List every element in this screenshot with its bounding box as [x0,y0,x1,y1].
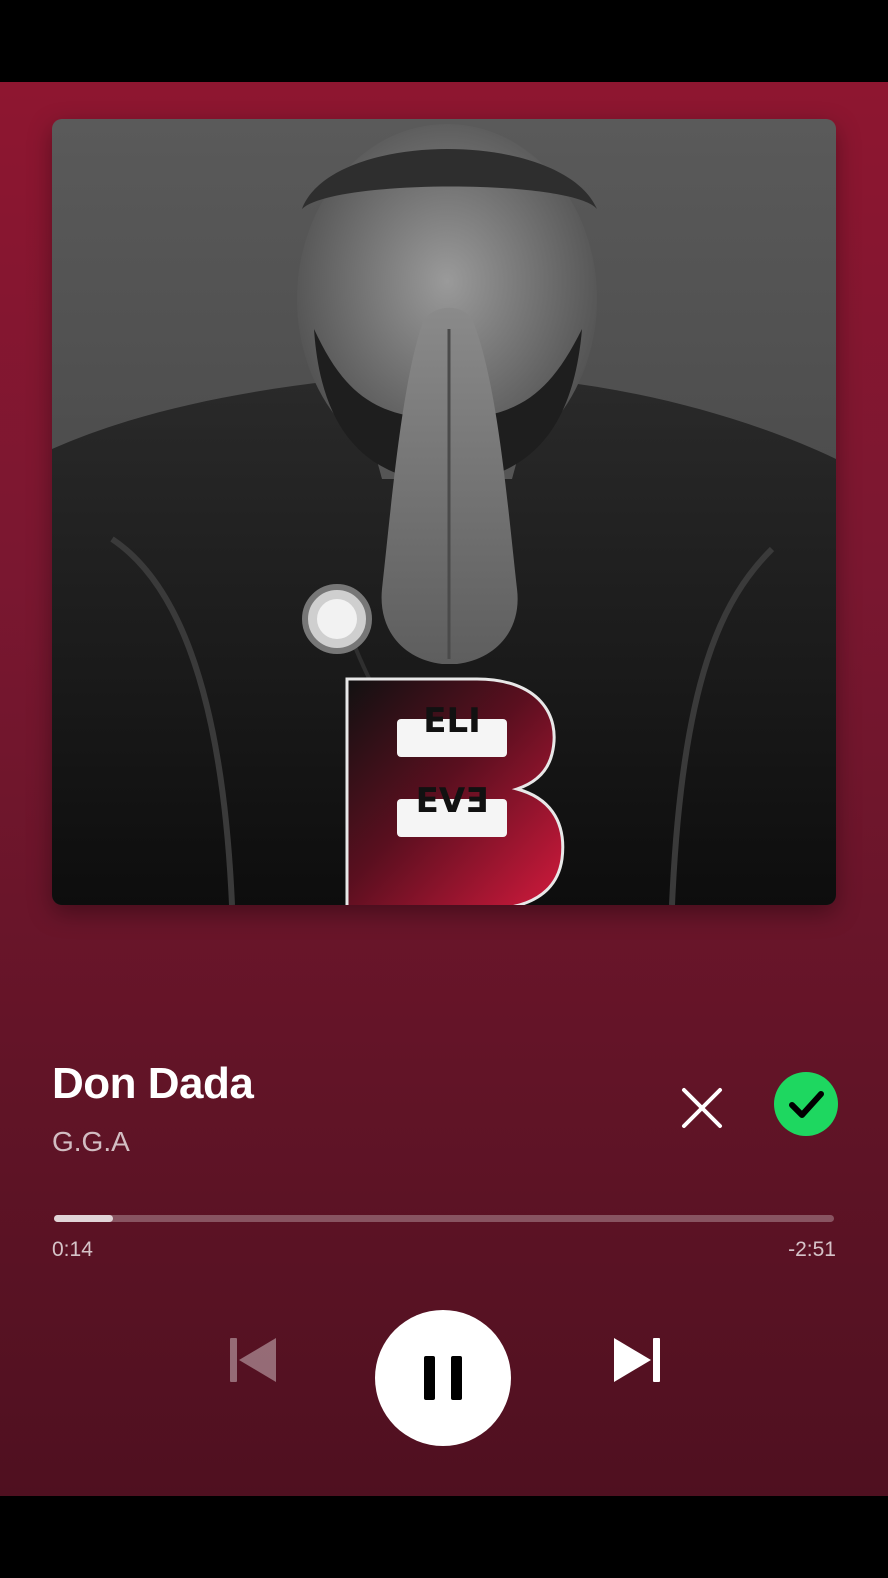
logo-top-text: ELI [423,701,481,741]
progress-bar[interactable] [54,1215,834,1222]
skip-next-icon [614,1338,660,1382]
save-to-library-button[interactable] [774,1072,838,1136]
remaining-time: -2:51 [788,1238,836,1261]
track-artist[interactable]: G.G.A [52,1128,130,1156]
progress-fill [54,1215,114,1222]
previous-track-button[interactable] [226,1332,282,1388]
navigation-bar [0,1496,888,1578]
pause-icon [424,1356,462,1400]
check-icon [789,1091,824,1118]
close-icon [682,1088,722,1128]
elapsed-time: 0:14 [52,1238,93,1261]
track-title[interactable]: Don Dada [52,1062,254,1106]
now-playing-screen: ELI EVƎ Don Dada G.G.A 0:14 -2:51 [0,82,888,1496]
skip-previous-icon [230,1338,276,1382]
logo-bottom-text: EVƎ [416,781,489,821]
album-artwork: ELI EVƎ [52,119,836,905]
status-bar [0,0,888,82]
next-track-button[interactable] [610,1332,666,1388]
dismiss-button[interactable] [678,1084,726,1132]
pause-button[interactable] [375,1310,511,1446]
album-art-image: ELI EVƎ [52,119,836,905]
